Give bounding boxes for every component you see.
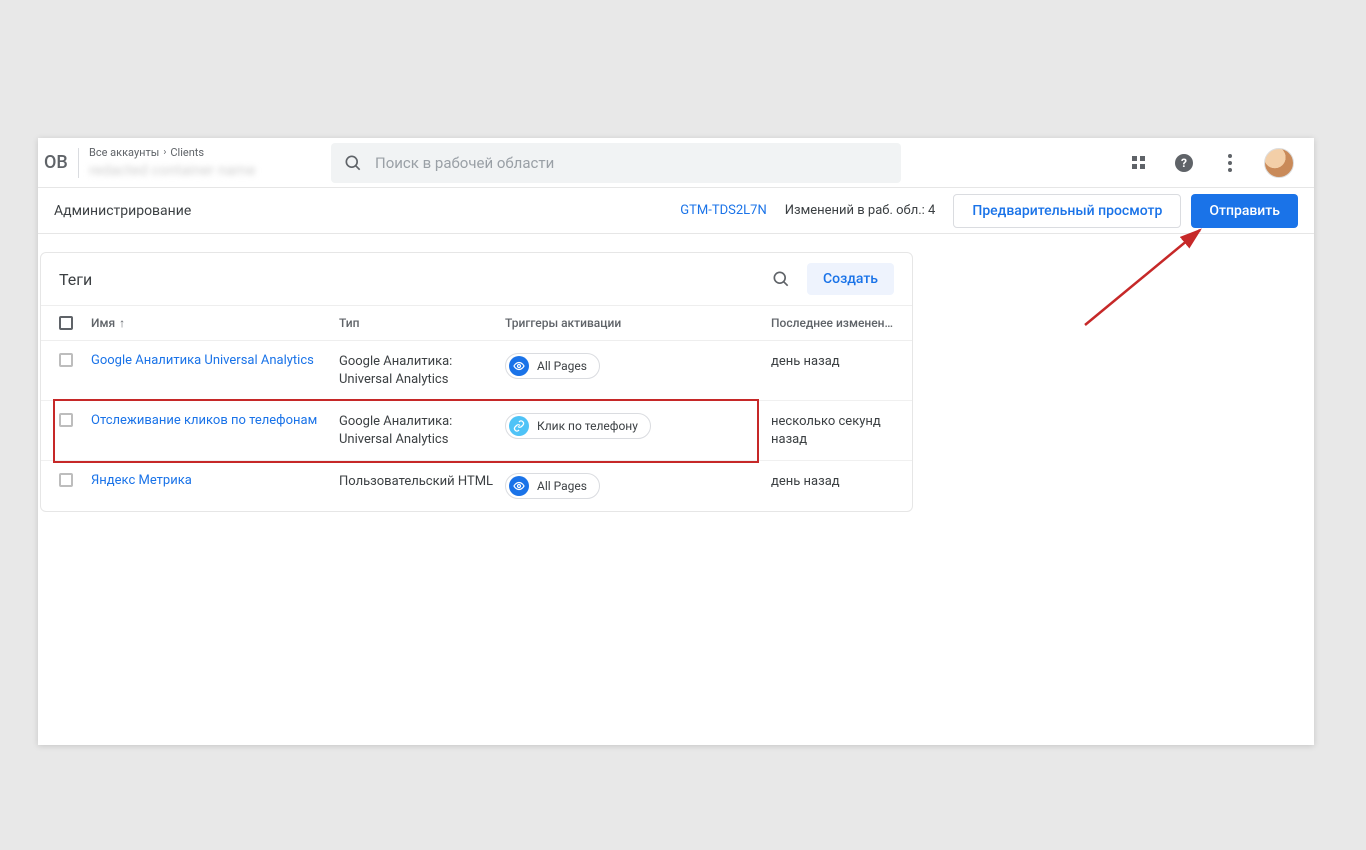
chevron-right-icon: › xyxy=(163,147,166,158)
select-all-checkbox[interactable] xyxy=(59,316,73,330)
modified-time: день назад xyxy=(771,353,894,371)
column-type[interactable]: Тип xyxy=(339,316,505,330)
panel-area: Теги Создать Имя ↑ Тип Триггеры активаци… xyxy=(38,234,1314,512)
table-row[interactable]: Google Аналитика Universal Analytics Goog… xyxy=(41,341,912,401)
trigger-chip[interactable]: All Pages xyxy=(505,473,600,499)
header-icons: ? xyxy=(1126,148,1294,178)
trigger-label: All Pages xyxy=(537,479,587,493)
avatar[interactable] xyxy=(1264,148,1294,178)
panel-header: Теги Создать xyxy=(41,253,912,305)
panel-title: Теги xyxy=(59,270,92,289)
modified-time: несколько секунд назад xyxy=(771,413,894,448)
sort-ascending-icon: ↑ xyxy=(119,316,125,330)
modified-time: день назад xyxy=(771,473,894,491)
trigger-label: All Pages xyxy=(537,359,587,373)
create-button[interactable]: Создать xyxy=(807,263,894,295)
search-icon xyxy=(343,153,363,173)
sub-header: Администрирование GTM-TDS2L7N Изменений … xyxy=(38,188,1314,234)
table-row[interactable]: Отслеживание кликов по телефонам Google А… xyxy=(41,401,912,461)
tag-name-link[interactable]: Отслеживание кликов по телефонам xyxy=(91,413,317,428)
more-icon[interactable] xyxy=(1218,151,1242,175)
table-header: Имя ↑ Тип Триггеры активации Последнее и… xyxy=(41,305,912,341)
container-id-link[interactable]: GTM-TDS2L7N xyxy=(680,203,766,218)
row-checkbox[interactable] xyxy=(59,413,73,427)
column-name[interactable]: Имя ↑ xyxy=(91,316,339,330)
search-wrap: Поиск в рабочей области xyxy=(331,143,901,183)
tag-type: Google Аналитика: Universal Analytics xyxy=(339,413,505,448)
apps-icon[interactable] xyxy=(1126,151,1150,175)
tag-type: Google Аналитика: Universal Analytics xyxy=(339,353,505,388)
row-checkbox[interactable] xyxy=(59,473,73,487)
panel-search-icon[interactable] xyxy=(771,269,791,289)
help-icon[interactable]: ? xyxy=(1172,151,1196,175)
trigger-label: Клик по телефону xyxy=(537,419,638,433)
tag-name-link[interactable]: Google Аналитика Universal Analytics xyxy=(91,353,314,368)
column-modified[interactable]: Последнее изменен… xyxy=(771,316,894,330)
row-checkbox[interactable] xyxy=(59,353,73,367)
table-row[interactable]: Яндекс Метрика Пользовательский HTML All P… xyxy=(41,461,912,511)
trigger-chip[interactable]: All Pages xyxy=(505,353,600,379)
admin-label: Администрирование xyxy=(54,203,191,219)
column-name-label: Имя xyxy=(91,316,115,330)
eye-icon xyxy=(509,356,529,376)
container-name-blurred: redacted container name xyxy=(89,161,319,179)
eye-icon xyxy=(509,476,529,496)
tag-type: Пользовательский HTML xyxy=(339,473,505,491)
tags-panel: Теги Создать Имя ↑ Тип Триггеры активаци… xyxy=(40,252,913,512)
workspace-changes: Изменений в раб. обл.: 4 xyxy=(785,203,936,218)
top-header: ОВ Все аккаунты › Clients redacted conta… xyxy=(38,138,1314,188)
account-switcher[interactable]: Все аккаунты › Clients redacted containe… xyxy=(89,146,319,179)
table-body: Google Аналитика Universal Analytics Goog… xyxy=(41,341,912,511)
trigger-chip[interactable]: Клик по телефону xyxy=(505,413,651,439)
tag-name-link[interactable]: Яндекс Метрика xyxy=(91,473,192,488)
app-window: ОВ Все аккаунты › Clients redacted conta… xyxy=(38,138,1314,745)
preview-button[interactable]: Предварительный просмотр xyxy=(953,194,1181,228)
search-input[interactable]: Поиск в рабочей области xyxy=(331,143,901,183)
search-placeholder: Поиск в рабочей области xyxy=(375,154,554,172)
submit-button[interactable]: Отправить xyxy=(1191,194,1298,228)
breadcrumb-leaf: Clients xyxy=(170,146,204,159)
link-icon xyxy=(509,416,529,436)
breadcrumb-root: Все аккаунты xyxy=(89,146,159,159)
divider xyxy=(78,148,79,178)
logo-fragment: ОВ xyxy=(38,152,70,173)
column-triggers[interactable]: Триггеры активации xyxy=(505,316,771,330)
breadcrumb: Все аккаунты › Clients xyxy=(89,146,319,159)
